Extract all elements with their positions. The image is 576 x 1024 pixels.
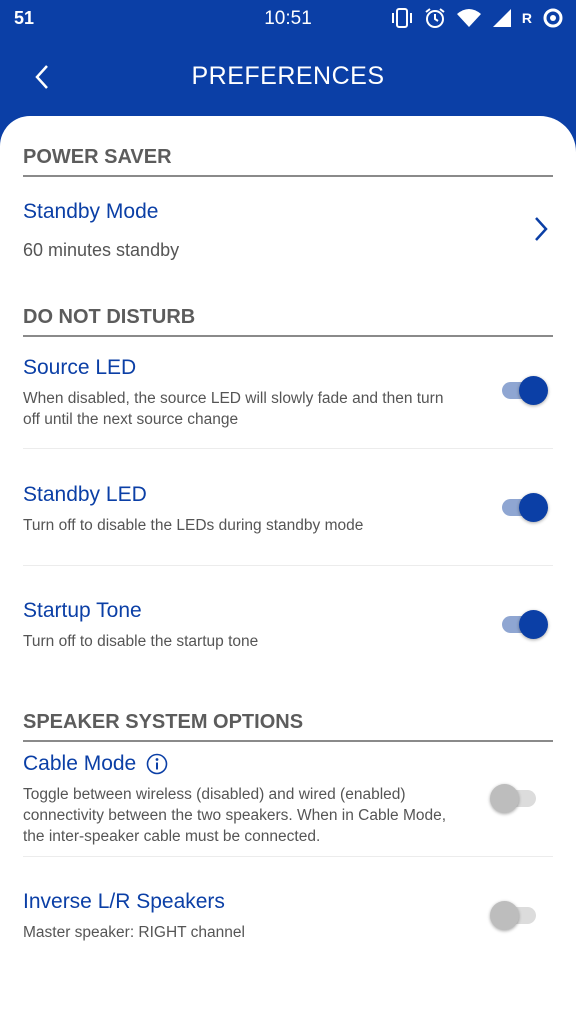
standby-led-description: Turn off to disable the LEDs during stan… — [23, 517, 364, 534]
inverse-lr-row: Inverse L/R Speakers Master speaker: RIG… — [23, 890, 553, 943]
data-sync-icon — [542, 7, 564, 29]
startup-tone-row: Startup Tone Turn off to disable the sta… — [23, 599, 553, 652]
divider — [23, 448, 553, 449]
toggle-thumb — [519, 610, 548, 639]
cable-mode-title-wrap: Cable Mode — [23, 752, 553, 776]
source-led-row: Source LED When disabled, the source LED… — [23, 356, 553, 430]
standby-mode-value: 60 minutes standby — [23, 240, 180, 260]
standby-led-title: Standby LED — [23, 483, 147, 506]
divider — [23, 565, 553, 566]
toggle-thumb — [490, 784, 519, 813]
signal-icon — [492, 8, 512, 28]
wifi-icon — [456, 8, 482, 28]
info-icon[interactable] — [146, 753, 168, 775]
standby-led-toggle[interactable] — [500, 491, 550, 523]
startup-tone-toggle[interactable] — [500, 608, 550, 640]
alarm-icon — [424, 7, 446, 29]
page-title: PREFERENCES — [191, 62, 385, 90]
status-icons: R — [390, 6, 564, 30]
section-header-power-saver: POWER SAVER — [23, 146, 553, 177]
section-header-do-not-disturb: DO NOT DISTURB — [23, 306, 553, 337]
source-led-description: When disabled, the source LED will slowl… — [23, 390, 444, 428]
standby-led-row: Standby LED Turn off to disable the LEDs… — [23, 483, 553, 536]
cable-mode-toggle[interactable] — [490, 782, 540, 814]
cable-mode-row: Cable Mode Toggle between wireless (disa… — [23, 752, 553, 847]
app-bar: PREFERENCES — [0, 38, 576, 116]
startup-tone-title: Startup Tone — [23, 599, 142, 622]
divider — [23, 856, 553, 857]
standby-mode-row[interactable]: Standby Mode 60 minutes standby — [23, 200, 553, 270]
chevron-right-icon[interactable] — [531, 214, 551, 244]
toggle-thumb — [490, 901, 519, 930]
toggle-thumb — [519, 493, 548, 522]
standby-mode-title: Standby Mode — [23, 200, 159, 223]
section-header-speaker-system-options: SPEAKER SYSTEM OPTIONS — [23, 711, 553, 742]
cable-mode-description: Toggle between wireless (disabled) and w… — [23, 786, 447, 845]
toggle-thumb — [519, 376, 548, 405]
inverse-lr-description: Master speaker: RIGHT channel — [23, 924, 245, 941]
status-bar: 51 10:51 R — [0, 0, 576, 38]
inverse-lr-title: Inverse L/R Speakers — [23, 890, 225, 913]
inverse-lr-toggle[interactable] — [490, 899, 540, 931]
vibrate-icon — [390, 7, 414, 29]
status-carrier: R — [521, 10, 532, 26]
preferences-sheet: POWER SAVER Standby Mode 60 minutes stan… — [0, 116, 576, 1024]
startup-tone-description: Turn off to disable the startup tone — [23, 633, 259, 650]
source-led-toggle[interactable] — [500, 374, 550, 406]
cable-mode-title: Cable Mode — [23, 752, 137, 775]
source-led-title: Source LED — [23, 356, 137, 379]
